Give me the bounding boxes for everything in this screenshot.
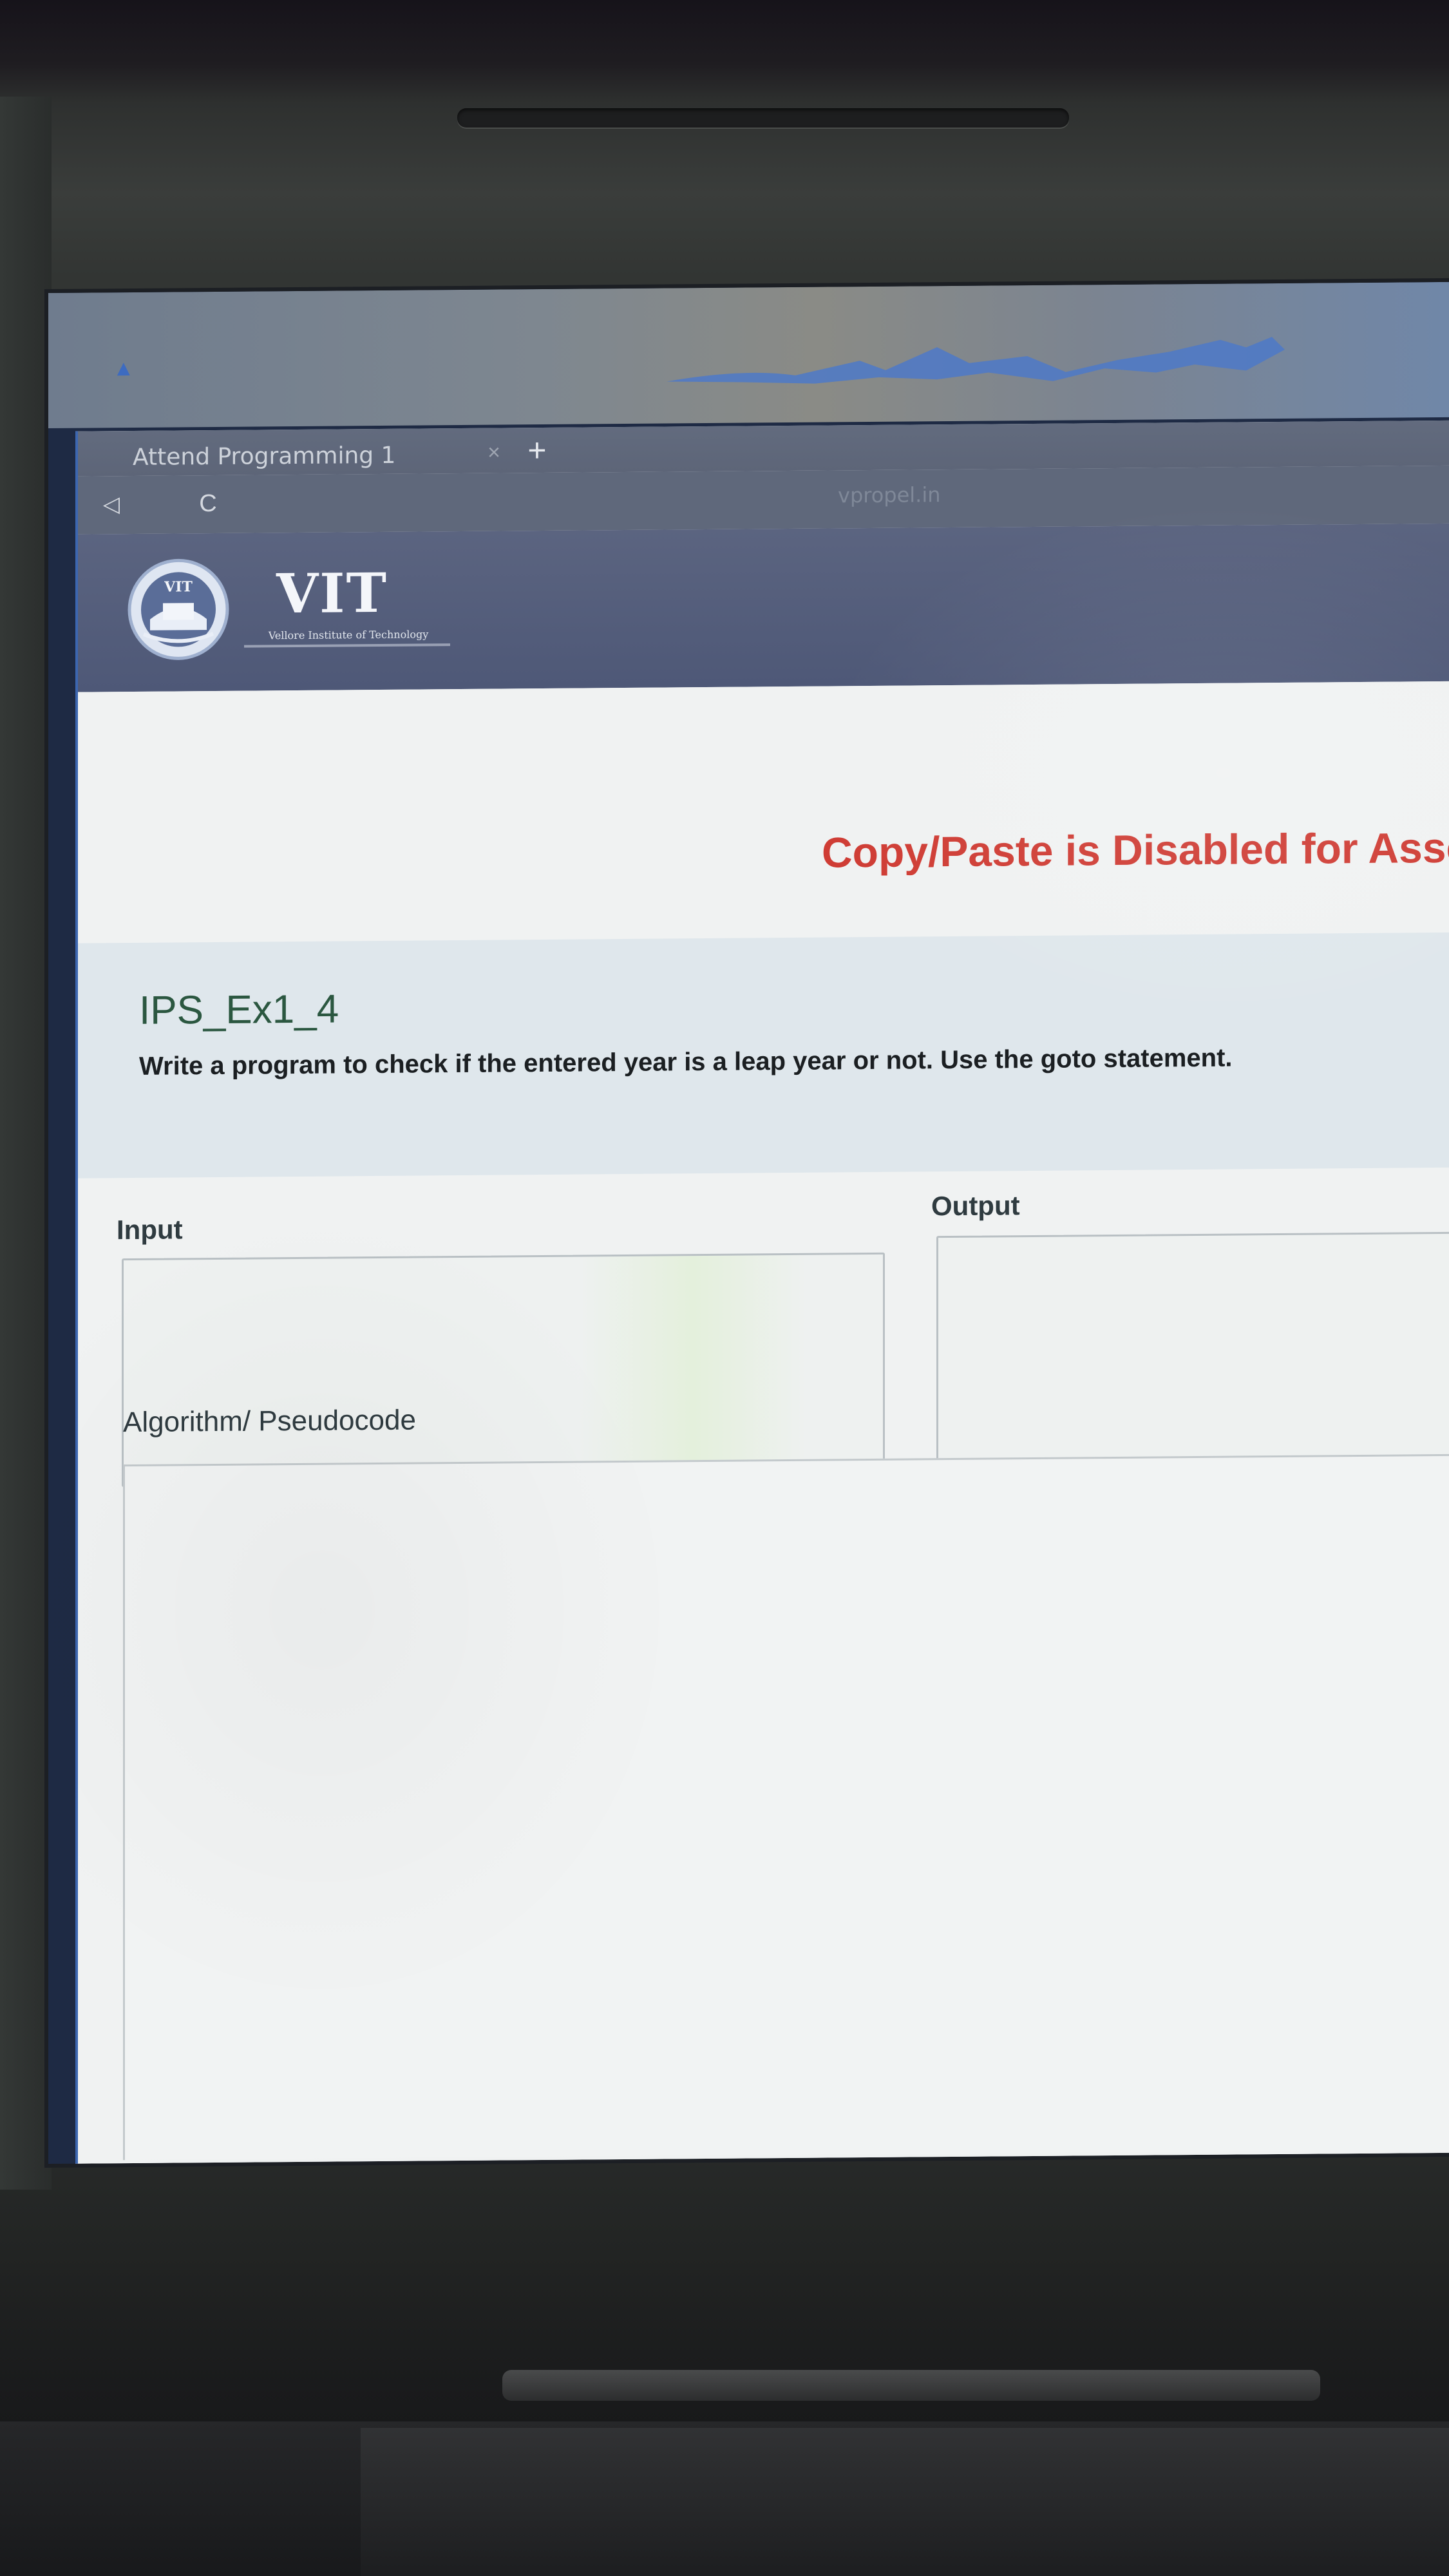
tab-title: Attend Programming 1 (133, 442, 396, 471)
wallpaper-decoration (667, 337, 1285, 384)
browser-window: Attend Programming 1 × + ◁ C vpropel.in … (75, 420, 1449, 2164)
laptop-hinge (502, 2370, 1320, 2401)
reload-icon[interactable]: C (194, 489, 222, 518)
question-panel: IPS_Ex1_4 Write a program to check if th… (78, 932, 1449, 1179)
svg-text:VIT: VIT (164, 578, 193, 595)
logo-underline (244, 643, 450, 648)
laptop-screen: ▲ Attend Programming 1 × + ◁ C vpropel.i… (48, 281, 1449, 2164)
site-header: VIT VIT Vellore Institute of Technology (78, 523, 1449, 692)
logo-subtitle: Vellore Institute of Technology (268, 628, 429, 642)
browser-toolbar: ◁ C vpropel.in (78, 465, 1449, 535)
question-text: Write a program to check if the entered … (139, 1043, 1233, 1081)
laptop-camera-slot (457, 108, 1069, 128)
vit-emblem-icon: VIT (128, 558, 229, 660)
desktop-wallpaper: ▲ (48, 281, 1449, 428)
algorithm-label: Algorithm/ Pseudocode (123, 1404, 416, 1439)
input-label: Input (117, 1214, 183, 1245)
browser-tab[interactable]: Attend Programming 1 (104, 436, 477, 477)
page-content: Copy/Paste is Disabled for Assess IPS_Ex… (78, 681, 1449, 2164)
address-bar-url[interactable]: vpropel.in (838, 478, 941, 511)
photo-background: ▲ Attend Programming 1 × + ◁ C vpropel.i… (0, 0, 1449, 2576)
close-icon[interactable]: × (482, 439, 506, 465)
back-arrow-icon[interactable]: ◁ (97, 490, 126, 518)
copy-paste-warning: Copy/Paste is Disabled for Assess (822, 823, 1449, 876)
laptop-base-lip (361, 2428, 1449, 2576)
output-field[interactable] (936, 1231, 1449, 1475)
question-title: IPS_Ex1_4 (139, 987, 339, 1033)
output-label: Output (931, 1190, 1020, 1222)
laptop-bezel (0, 97, 52, 2190)
desktop-icon: ▲ (113, 355, 135, 381)
plus-icon[interactable]: + (521, 432, 553, 468)
input-field[interactable] (122, 1252, 893, 1488)
logo-title: VIT (276, 560, 388, 626)
algorithm-field[interactable] (123, 1454, 1449, 2161)
